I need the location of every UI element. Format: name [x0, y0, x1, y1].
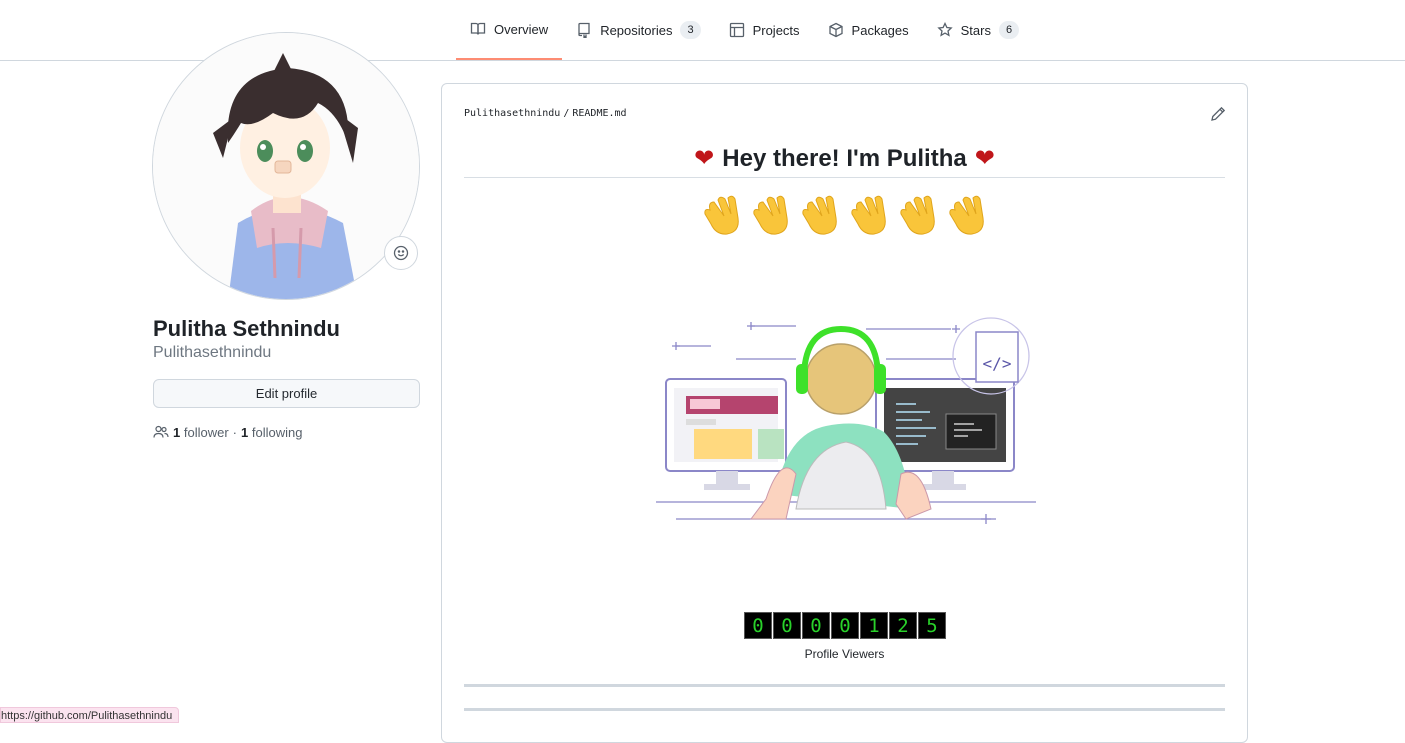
waving-hand-icon — [801, 195, 837, 235]
readme-breadcrumb: Pulithasethnindu / README.md — [464, 108, 627, 119]
waving-hand-icon — [752, 195, 788, 235]
package-icon — [828, 22, 843, 38]
divider — [464, 684, 1225, 687]
path-separator: / — [563, 108, 570, 119]
counter-digit: 0 — [802, 612, 830, 639]
edit-readme-button[interactable] — [1210, 106, 1228, 124]
waving-hand-icon — [899, 195, 935, 235]
waving-hand-icon — [703, 195, 739, 235]
tab-projects[interactable]: Projects — [715, 0, 814, 60]
tab-repositories[interactable]: Repositories 3 — [562, 0, 714, 60]
repo-count-badge: 3 — [680, 21, 701, 39]
book-icon — [470, 22, 486, 35]
avatar-illustration — [153, 33, 419, 299]
tab-label: Packages — [851, 22, 909, 38]
waving-hands-row — [464, 192, 1225, 237]
people-icon — [153, 425, 169, 438]
developer-illustration: </> — [656, 317, 1036, 524]
readme-file-link[interactable]: README.md — [572, 108, 626, 119]
table-icon — [729, 22, 744, 38]
tab-packages[interactable]: Packages — [814, 0, 923, 60]
tab-label: Projects — [752, 22, 800, 38]
tab-stars[interactable]: Stars 6 — [923, 0, 1033, 60]
pencil-icon — [1211, 106, 1226, 121]
divider — [464, 708, 1225, 711]
tab-overview[interactable]: Overview — [456, 0, 563, 60]
heart-icon: ❤ — [694, 144, 715, 172]
followers-label: follower — [183, 424, 229, 440]
stars-count-badge: 6 — [998, 21, 1020, 39]
edit-profile-button[interactable]: Edit profile — [153, 379, 420, 408]
profile-fullname: Pulitha Sethnindu — [153, 316, 340, 341]
counter-digit: 1 — [860, 612, 888, 639]
waving-hand-icon — [850, 195, 886, 235]
following-label: following — [251, 424, 303, 440]
readme-owner-link[interactable]: Pulithasethnindu — [464, 108, 560, 119]
smiley-icon — [393, 245, 409, 261]
tab-label: Overview — [494, 21, 549, 37]
counter-digit: 0 — [831, 612, 859, 639]
following-link[interactable]: 1 following — [241, 425, 302, 440]
readme-heading: ❤ Hey there! I'm Pulitha ❤ — [464, 140, 1225, 178]
followers-link[interactable]: 1 follower — [173, 425, 229, 440]
following-count: 1 — [241, 424, 249, 440]
set-status-button[interactable] — [384, 236, 418, 270]
separator: · — [232, 424, 237, 440]
counter-digit: 0 — [773, 612, 801, 639]
repo-icon — [578, 22, 590, 38]
tab-label: Stars — [960, 22, 991, 38]
avatar[interactable] — [152, 32, 420, 300]
waving-hand-icon — [948, 195, 984, 235]
counter-digit: 5 — [918, 612, 946, 639]
profile-nav: Overview Repositories 3 Projects Package… — [0, 0, 1405, 61]
status-bar-url: https://github.com/Pulithasethnindu — [0, 707, 180, 723]
readme-card: Pulithasethnindu / README.md ❤ Hey there… — [441, 83, 1248, 743]
star-icon — [936, 22, 953, 37]
profile-username: Pulithasethnindu — [153, 344, 272, 361]
tab-list: Overview Repositories 3 Projects Package… — [456, 0, 1033, 61]
svg-text:</>: </> — [983, 354, 1012, 373]
profile-view-counter: 0 0 0 0 1 2 5 — [744, 612, 946, 639]
heart-icon: ❤ — [974, 144, 995, 172]
counter-digit: 0 — [744, 612, 772, 639]
counter-digit: 2 — [889, 612, 917, 639]
followers-count: 1 — [173, 424, 181, 440]
readme-title: Hey there! I'm Pulitha — [722, 144, 967, 172]
profile-viewers-label: Profile Viewers — [804, 647, 885, 661]
tab-label: Repositories — [600, 22, 673, 38]
follow-stats: 1 follower · 1 following — [153, 424, 302, 440]
